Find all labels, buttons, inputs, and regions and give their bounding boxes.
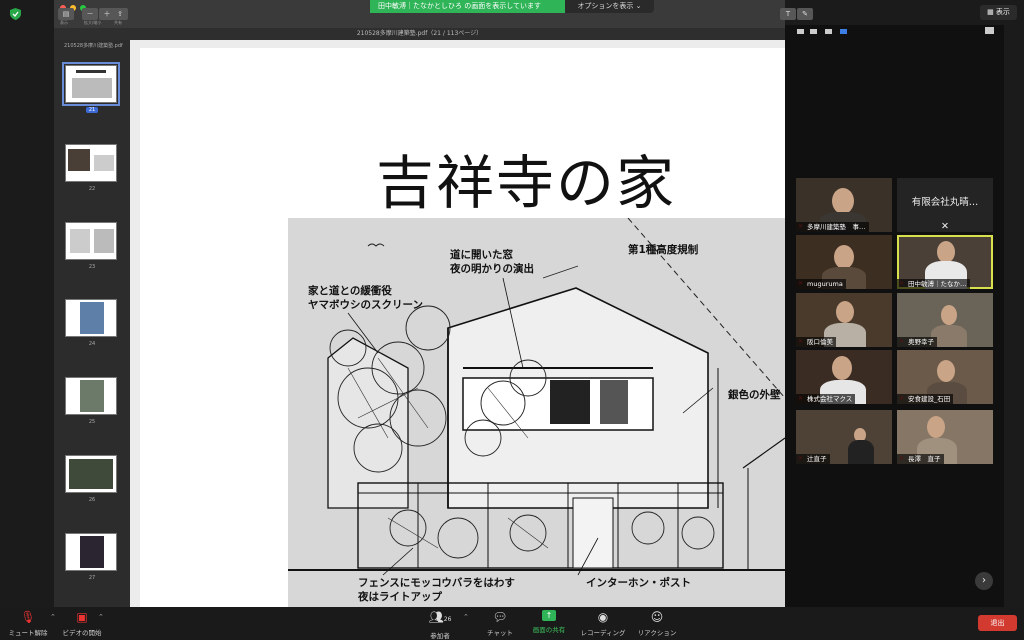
thumbnail-number: 21 <box>54 107 130 113</box>
audio-options-chevron-icon[interactable]: ⌃ <box>50 613 56 621</box>
video-options-chevron-icon[interactable]: ⌃ <box>98 613 104 621</box>
toolbar-label-view: 表示 <box>60 20 68 25</box>
participant-tile[interactable]: ✕ 安食建設_石田 <box>897 350 993 404</box>
participants-button[interactable]: 👥︎26 参加者 <box>422 610 458 640</box>
thumbnail-page-21[interactable] <box>62 62 120 106</box>
sidebar-toggle[interactable]: ▤ <box>58 8 74 20</box>
sidebar-icon[interactable]: ▤ <box>58 8 74 20</box>
participant-tile[interactable]: ✕ 田中敏溥｜たなか… <box>897 235 993 289</box>
text-icon[interactable]: T <box>780 8 796 20</box>
chat-icon: 💬︎ <box>492 610 508 624</box>
minimize-icon[interactable] <box>797 29 804 34</box>
thumbnail-number: 27 <box>88 575 96 581</box>
view-button[interactable]: ▦ 表示 <box>980 5 1017 20</box>
thumbnail-page-25[interactable] <box>65 377 117 415</box>
mic-muted-icon: ✕ <box>941 221 949 232</box>
annotate-controls: T ✎ <box>780 8 813 20</box>
zoom-out-icon[interactable]: － <box>82 8 98 20</box>
annotation-fence-roses: フェンスにモッコウバラをはわす 夜はライトアップ <box>358 577 515 603</box>
pdf-page: 吉祥寺の家 道に開いた窓 夜の明かりの演出 第1種高度規制 家と道との緩衝役 ヤ… <box>140 48 786 607</box>
participant-tile[interactable]: ✕ 辻直子 <box>796 410 892 464</box>
thumbnail-number: 22 <box>88 186 96 192</box>
thumbnail-page-26[interactable] <box>65 455 117 493</box>
speaker-view-icon[interactable] <box>810 29 817 34</box>
participant-tile[interactable]: ✕ 長澤 直子 <box>897 410 993 464</box>
participant-tile[interactable]: ✕ muguruma <box>796 235 892 289</box>
record-icon: ◉ <box>597 610 609 624</box>
share-control: ⇪ <box>112 8 128 20</box>
participant-name: 阪口倫美 <box>796 337 836 347</box>
thumbnail-page-27[interactable] <box>65 533 117 571</box>
thumbnail-sidebar: 210528多摩川建築塾.pdf 21 22 23 24 25 26 27 <box>54 40 130 607</box>
participant-name: 多摩川建築塾 事… <box>796 222 869 232</box>
zoom-controls: － ＋ <box>82 8 115 20</box>
share-icon[interactable]: ⇪ <box>112 8 128 20</box>
sidebar-file-name: 210528多摩川建築塾.pdf <box>64 43 123 49</box>
thumbnail-number: 23 <box>88 264 96 270</box>
page-title: 吉祥寺の家 <box>376 149 677 217</box>
thumbnail-page-23[interactable] <box>65 222 117 260</box>
annotation-intercom: インターホン・ポスト <box>586 577 691 589</box>
participants-chevron-icon[interactable]: ⌃ <box>463 613 469 621</box>
leave-meeting-button[interactable]: 退出 <box>978 615 1017 631</box>
chevron-down-icon: ⌄ <box>635 2 642 10</box>
house-sketch-drawing <box>288 217 786 576</box>
annotation-height-regulation: 第1種高度規制 <box>628 244 699 256</box>
share-screen-button[interactable]: ↑ 画面の共有 <box>528 610 570 634</box>
chevron-right-icon: › <box>982 575 986 586</box>
thumbnail-page-22[interactable] <box>65 144 117 182</box>
house-sketch: 道に開いた窓 夜の明かりの演出 第1種高度規制 家と道との緩衝役 ヤマボウシのスクリ… <box>288 217 786 607</box>
participant-name: 長澤 直子 <box>897 454 944 464</box>
thumbnail-number: 26 <box>88 497 96 503</box>
strip-view-icon[interactable] <box>825 29 832 34</box>
participant-name: muguruma <box>796 279 846 289</box>
toolbar-label-share: 共有 <box>114 20 122 25</box>
shield-icon <box>10 8 21 20</box>
share-screen-icon: ↑ <box>542 610 556 621</box>
chat-button[interactable]: 💬︎ チャット <box>482 610 518 637</box>
participant-gallery: ✕ 多摩川建築塾 事… 有限会社丸晴… ✕ ✕ muguruma ✕ 田中敏溥｜… <box>785 25 1004 607</box>
desktop-background <box>0 0 54 607</box>
unmute-button[interactable]: 🎙︎ ミュート解除 <box>6 610 50 637</box>
share-status-text: 田中敏溥｜たなかとしひろ の画面を表示しています <box>370 0 565 13</box>
participant-name: 有限会社丸晴… <box>911 197 979 208</box>
participant-tile[interactable]: ✕ 阪口倫美 <box>796 293 892 347</box>
gallery-view-icon[interactable] <box>840 29 847 34</box>
pen-icon[interactable]: ✎ <box>797 8 813 20</box>
reaction-button[interactable]: ☺ リアクション <box>634 610 680 637</box>
participant-tile[interactable]: ✕ 多摩川建築塾 事… <box>796 178 892 232</box>
participant-name: 田中敏溥｜たなか… <box>897 279 970 289</box>
preview-window: ▤ － ＋ ⇪ 表示 拡大/縮小 共有 T ✎ 210528多摩川建築塾.pdf… <box>54 0 813 607</box>
participant-name: 奥野幸子 <box>897 337 937 347</box>
thumbnail-number: 24 <box>88 341 96 347</box>
share-banner: 田中敏溥｜たなかとしひろ の画面を表示しています オプションを表示 ⌄ <box>370 0 654 13</box>
view-options-button[interactable]: オプションを表示 ⌄ <box>565 0 654 13</box>
mic-muted-icon: 🎙︎ <box>20 610 36 624</box>
participant-name: 株式会社マクス <box>796 394 856 404</box>
annotation-silver-wall: 銀色の外壁 <box>728 389 781 401</box>
grid-icon: ▦ <box>987 8 994 16</box>
annotation-screen-tree: 家と道との緩衝役 ヤマボウシのスクリーン <box>308 285 423 311</box>
thumbnail-page-24[interactable] <box>65 299 117 337</box>
participants-icon: 👥︎26 <box>428 610 452 624</box>
next-page-button[interactable]: › <box>975 572 993 590</box>
participant-name: 辻直子 <box>796 454 830 464</box>
thumbnail-number: 25 <box>88 419 96 425</box>
meeting-controls: 🎙︎ ミュート解除 ⌃ ▣ ビデオの開始 ⌃ 👥︎26 参加者 ⌃ 💬︎ チャッ… <box>0 607 1024 640</box>
record-button[interactable]: ◉ レコーディング <box>578 610 628 637</box>
exit-fullscreen-icon[interactable] <box>985 27 994 34</box>
document-title: 210528多摩川建築塾.pdf（21 / 113ページ） <box>54 28 785 40</box>
participant-name: 安食建設_石田 <box>897 394 954 404</box>
toolbar-label-zoom: 拡大/縮小 <box>84 20 102 25</box>
participant-tile[interactable]: ✕ 株式会社マクス <box>796 350 892 404</box>
participant-tile[interactable]: 有限会社丸晴… ✕ <box>897 178 993 232</box>
annotation-window: 道に開いた窓 夜の明かりの演出 <box>450 249 534 275</box>
reaction-icon: ☺ <box>650 610 664 624</box>
participant-tile[interactable]: ✕ 奥野幸子 <box>897 293 993 347</box>
